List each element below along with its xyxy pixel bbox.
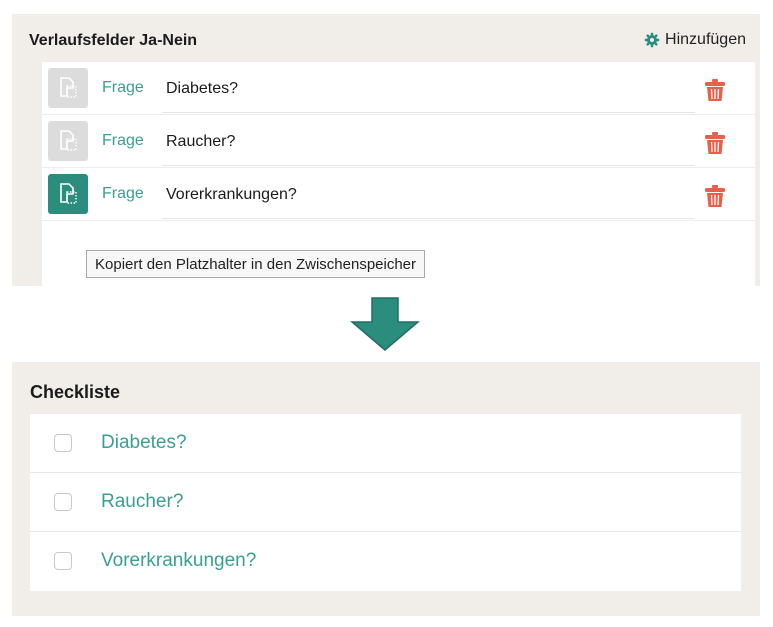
question-prefix: Frage <box>102 79 144 96</box>
gear-icon <box>644 32 660 48</box>
copy-tooltip: Kopiert den Platzhalter in den Zwischens… <box>86 250 426 278</box>
yes-no-fields-panel: Verlaufsfelder Ja-Nein Hinzufügen Frage … <box>12 14 760 286</box>
copy-placeholder-icon <box>60 77 77 98</box>
add-button-label: Hinzufügen <box>665 31 746 48</box>
question-field[interactable]: Raucher? <box>162 117 695 166</box>
checklist-item-label[interactable]: Raucher? <box>101 491 183 513</box>
checklist-panel: Checkliste Diabetes? Raucher? Vorerkrank… <box>12 362 760 616</box>
checklist-item-label[interactable]: Vorerkrankungen? <box>101 550 256 572</box>
copy-placeholder-icon <box>60 130 77 151</box>
trash-icon[interactable] <box>704 131 726 155</box>
question-text: Vorerkrankungen? <box>166 186 297 203</box>
question-text: Diabetes? <box>166 80 239 97</box>
checklist-item-label[interactable]: Diabetes? <box>101 432 187 454</box>
question-text: Raucher? <box>166 133 236 150</box>
checkbox[interactable] <box>54 552 72 570</box>
copy-placeholder-button[interactable] <box>48 68 88 108</box>
checkbox[interactable] <box>54 434 72 452</box>
divider <box>42 220 755 221</box>
question-prefix: Frage <box>102 132 144 149</box>
add-button[interactable]: Hinzufügen <box>644 31 746 49</box>
copy-placeholder-icon <box>60 183 77 204</box>
copy-placeholder-button[interactable] <box>48 121 88 161</box>
question-field[interactable]: Diabetes? <box>162 64 695 113</box>
copy-placeholder-button[interactable] <box>48 174 88 214</box>
checklist-item[interactable]: Vorerkrankungen? <box>30 532 741 591</box>
checklist-item[interactable]: Diabetes? <box>30 414 741 473</box>
trash-icon[interactable] <box>704 78 726 102</box>
panel-title: Checkliste <box>30 382 121 402</box>
panel-title: Verlaufsfelder Ja-Nein <box>29 32 198 49</box>
question-row: Frage Diabetes? <box>42 62 755 114</box>
question-prefix: Frage <box>102 185 144 202</box>
question-field[interactable]: Vorerkrankungen? <box>162 170 695 219</box>
arrow-down-icon <box>350 297 420 351</box>
checklist-item[interactable]: Raucher? <box>30 473 741 532</box>
checkbox[interactable] <box>54 493 72 511</box>
checklist: Diabetes? Raucher? Vorerkrankungen? <box>30 414 741 591</box>
trash-icon[interactable] <box>704 184 726 208</box>
question-row: Frage Raucher? <box>42 115 755 167</box>
question-row: Frage Vorerkrankungen? <box>42 168 755 220</box>
